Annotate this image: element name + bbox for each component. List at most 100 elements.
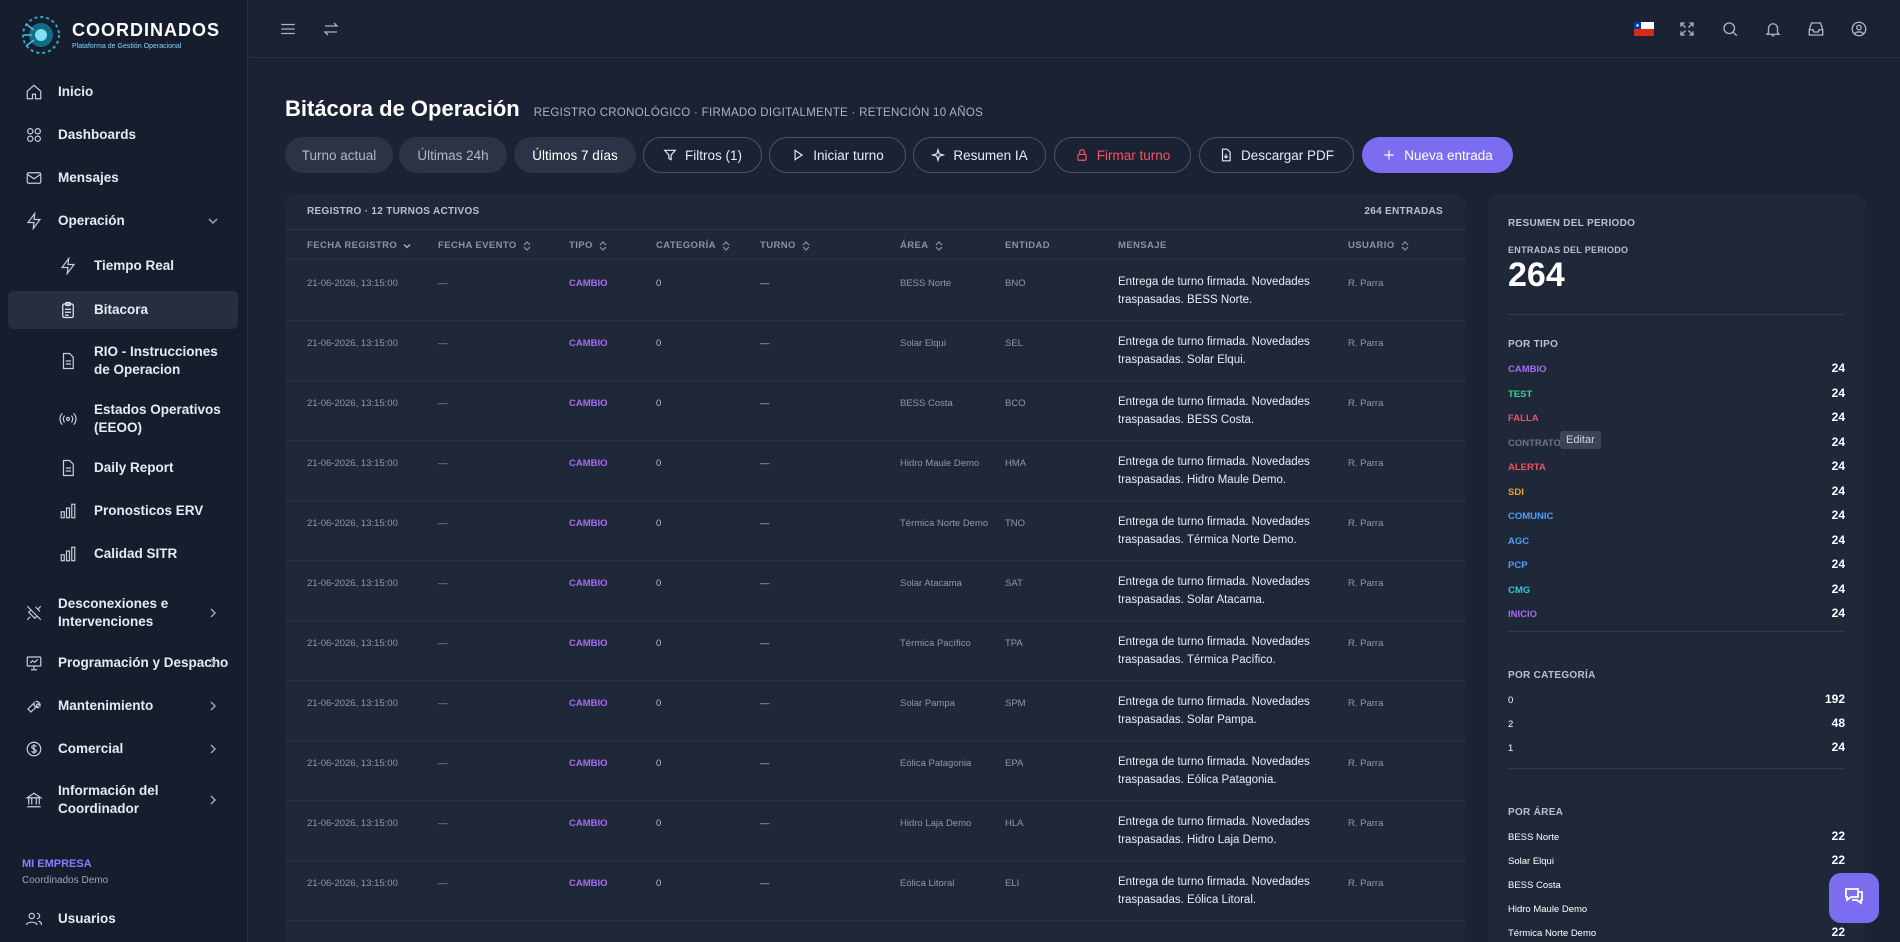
- summary-value: 24: [1831, 434, 1845, 449]
- start-shift-button[interactable]: Iniciar turno: [769, 137, 906, 173]
- cell-usuario: R. Parra: [1348, 398, 1384, 409]
- summary-row[interactable]: TEST 24: [1508, 386, 1845, 404]
- cell-entidad: TPA: [1005, 638, 1023, 649]
- sidebar-item-inicio[interactable]: Inicio: [8, 80, 238, 104]
- sidebar-item-daily-report[interactable]: Daily Report: [8, 456, 238, 480]
- sidebar-item-comercial[interactable]: Comercial: [8, 737, 238, 761]
- brand-logo[interactable]: COORDINADOS Plataforma de Gestión Operac…: [20, 14, 220, 56]
- summary-key: BESS Norte: [1508, 832, 1560, 843]
- sidebar-item-programacion[interactable]: Programación y Despacho: [8, 651, 238, 675]
- sidebar-item-mantenimiento[interactable]: Mantenimiento: [8, 694, 238, 718]
- table-row[interactable]: 21-06-2026, 13:15:00 — CAMBIO 0 — Térmica Nor…: [285, 501, 1465, 561]
- col-tipo[interactable]: TIPO: [569, 240, 607, 251]
- sidebar-item-pronosticos[interactable]: Pronosticos ERV: [8, 499, 238, 523]
- search-icon[interactable]: [1719, 18, 1741, 40]
- summary-row[interactable]: CONTRATO 24: [1508, 435, 1845, 453]
- users-icon: [24, 909, 44, 929]
- summary-key: Hidro Maule Demo: [1508, 904, 1588, 915]
- chat-button[interactable]: [1829, 873, 1879, 923]
- sidebar-item-mensajes[interactable]: Mensajes: [8, 166, 238, 190]
- summary-key: CMG: [1508, 584, 1531, 596]
- sidebar-item-informacion[interactable]: Información del Coordinador: [8, 781, 238, 819]
- filter-turno-actual[interactable]: Turno actual: [285, 137, 393, 173]
- summary-row[interactable]: 1 24: [1508, 740, 1845, 758]
- col-turno[interactable]: TURNO: [760, 240, 810, 251]
- col-area[interactable]: ÁREA: [900, 240, 943, 251]
- sidebar-item-rio[interactable]: RIO - Instrucciones de Operacion: [8, 342, 238, 380]
- summary-row[interactable]: CAMBIO 24: [1508, 361, 1845, 379]
- col-categoria[interactable]: CATEGORÍA: [656, 240, 730, 251]
- col-fecha-evento[interactable]: FECHA EVENTO: [438, 240, 531, 251]
- cell-fecha-registro: 21-06-2026, 13:15:00: [307, 698, 398, 709]
- table-row[interactable]: 21-06-2026, 13:15:00 — CAMBIO 0 — Eólica Lito…: [285, 861, 1465, 921]
- sidebar-item-estados-operativos[interactable]: Estados Operativos (EEOO): [8, 400, 238, 438]
- sidebar-item-bitacora[interactable]: Bitacora: [8, 291, 238, 329]
- cell-usuario: R. Parra: [1348, 818, 1384, 829]
- new-entry-button[interactable]: Nueva entrada: [1362, 137, 1513, 173]
- table-row[interactable]: 21-06-2026, 13:15:00 — CAMBIO 0 — BESS Norte B…: [285, 261, 1465, 321]
- cell-fecha-evento: —: [438, 458, 448, 469]
- summary-row[interactable]: Solar Elqui 22: [1508, 853, 1845, 871]
- cell-area: Térmica Norte Demo: [900, 518, 989, 529]
- ai-summary-button[interactable]: Resumen IA: [913, 137, 1046, 173]
- summary-row[interactable]: SDI 24: [1508, 484, 1845, 502]
- table-row[interactable]: 21-06-2026, 13:15:00 — CAMBIO 0 — Solar Elqui…: [285, 321, 1465, 381]
- summary-row[interactable]: PCP 24: [1508, 557, 1845, 575]
- summary-row[interactable]: 0 192: [1508, 692, 1845, 710]
- table-row[interactable]: 21-06-2026, 13:15:00 — CAMBIO 0 — Solar Ataca…: [285, 561, 1465, 621]
- summary-row[interactable]: AGC 24: [1508, 533, 1845, 551]
- sidebar-item-label: Usuarios: [58, 911, 116, 926]
- mail-icon: [24, 168, 44, 188]
- cell-entidad: ELI: [1005, 878, 1020, 889]
- summary-row[interactable]: BESS Norte 22: [1508, 829, 1845, 847]
- clipboard-icon: [58, 300, 78, 320]
- cell-mensaje: Entrega de turno firmada. Novedades tras…: [1118, 696, 1310, 726]
- fullscreen-icon[interactable]: [1676, 18, 1698, 40]
- col-fecha-registro[interactable]: FECHA REGISTRO: [307, 240, 411, 251]
- chile-flag-icon[interactable]: [1633, 18, 1655, 40]
- download-pdf-button[interactable]: Descargar PDF: [1199, 137, 1354, 173]
- inbox-icon[interactable]: [1805, 18, 1827, 40]
- bell-icon[interactable]: [1762, 18, 1784, 40]
- summary-row[interactable]: BESS Costa: [1508, 877, 1845, 895]
- table-row[interactable]: 21-06-2026, 13:15:00 — CAMBIO 0 — Solar Pampa…: [285, 681, 1465, 741]
- bar-chart-icon: [58, 544, 78, 564]
- sidebar-item-desconexiones[interactable]: Desconexiones e Intervenciones: [8, 594, 238, 632]
- sidebar-item-usuarios[interactable]: Usuarios: [8, 907, 238, 931]
- table-row[interactable]: 21-06-2026, 13:15:00 — CAMBIO 0 — BESS Costa B…: [285, 381, 1465, 441]
- table-row[interactable]: 21-06-2026, 13:15:00 — CAMBIO 0 — Eólica Pata…: [285, 741, 1465, 801]
- table-row[interactable]: 21-06-2026, 13:15:00 — CAMBIO 0 — Térmica Pac…: [285, 621, 1465, 681]
- sidebar-item-tiempo-real[interactable]: Tiempo Real: [8, 254, 238, 278]
- sign-shift-button[interactable]: Firmar turno: [1054, 137, 1191, 173]
- col-usuario[interactable]: USUARIO: [1348, 240, 1409, 251]
- chat-icon: [1842, 884, 1866, 913]
- summary-row[interactable]: CMG 24: [1508, 582, 1845, 600]
- filter-ultimas-24h[interactable]: Últimas 24h: [399, 137, 507, 173]
- summary-row[interactable]: Térmica Norte Demo 22: [1508, 925, 1845, 942]
- table-row[interactable]: 21-06-2026, 13:15:00 — CAMBIO 0 — Hidro Maule…: [285, 441, 1465, 501]
- menu-icon[interactable]: [277, 18, 299, 40]
- user-circle-icon[interactable]: [1848, 18, 1870, 40]
- sidebar-item-operacion[interactable]: Operación: [8, 209, 238, 233]
- cell-categoria: 0: [656, 878, 662, 889]
- sidebar-item-calidad-sitr[interactable]: Calidad SITR: [8, 542, 238, 566]
- cell-usuario: R. Parra: [1348, 338, 1384, 349]
- filter-ultimos-7-dias[interactable]: Últimos 7 días: [514, 137, 636, 173]
- chevron-right-icon: [206, 699, 220, 713]
- sidebar-item-dashboards[interactable]: Dashboards: [8, 123, 238, 147]
- cell-mensaje: Entrega de turno firmada. Novedades tras…: [1118, 576, 1310, 606]
- summary-row[interactable]: ALERTA 24: [1508, 459, 1845, 477]
- summary-row[interactable]: 2 48: [1508, 716, 1845, 734]
- cell-tipo: CAMBIO: [569, 578, 608, 589]
- bar-chart-icon: [58, 501, 78, 521]
- summary-row[interactable]: COMUNIC 24: [1508, 508, 1845, 526]
- cell-fecha-evento: —: [438, 578, 448, 589]
- table-row[interactable]: 21-06-2026, 13:15:00 — CAMBIO 0 — Hidro Laja …: [285, 801, 1465, 861]
- swap-icon[interactable]: [320, 18, 342, 40]
- summary-row[interactable]: INICIO 24: [1508, 606, 1845, 624]
- summary-key: FALLA: [1508, 413, 1539, 424]
- summary-row[interactable]: Hidro Maule Demo: [1508, 901, 1845, 919]
- cell-fecha-registro: 21-06-2026, 13:15:00: [307, 818, 398, 829]
- filters-button[interactable]: Filtros (1): [643, 137, 762, 173]
- summary-row[interactable]: FALLA 24: [1508, 410, 1845, 428]
